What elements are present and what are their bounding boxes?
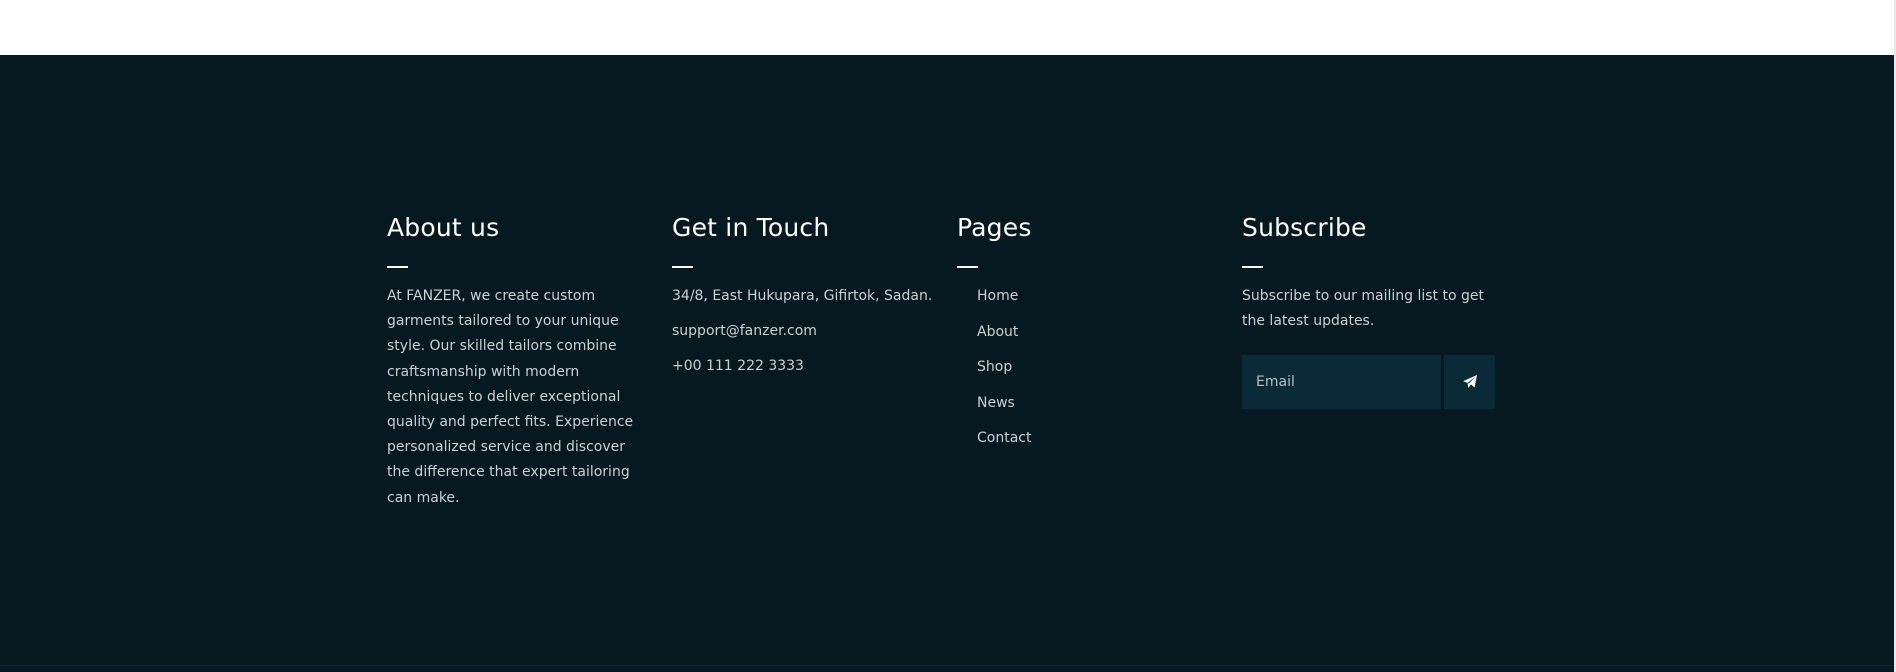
contact-email[interactable]: support@fanzer.com	[672, 319, 942, 344]
pages-column: Pages Home About Shop News Contact	[957, 210, 1197, 462]
subscribe-title-divider	[1242, 266, 1263, 268]
list-item: News	[977, 391, 1197, 416]
subscribe-form	[1242, 355, 1502, 410]
footer-link-home[interactable]: Home	[977, 288, 1018, 304]
contact-address: 34/8, East Hukupara, Gifirtok, Sadan.	[672, 288, 933, 304]
footer-link-news[interactable]: News	[977, 395, 1015, 411]
subscribe-column: Subscribe Subscribe to our mailing list …	[1242, 210, 1502, 410]
pages-title-divider	[957, 266, 978, 268]
subscribe-title: Subscribe	[1242, 213, 1367, 242]
list-item: About	[977, 320, 1197, 345]
pages-title: Pages	[957, 213, 1032, 242]
about-title-divider	[387, 266, 408, 268]
pages-list: Home About Shop News Contact	[977, 284, 1197, 451]
about-title: About us	[387, 213, 500, 242]
page-top-area	[0, 0, 1896, 55]
footer-link-contact[interactable]: Contact	[977, 430, 1031, 446]
about-column: About us At FANZER, we create custom gar…	[387, 210, 647, 511]
list-item: Shop	[977, 355, 1197, 380]
about-text: At FANZER, we create custom garments tai…	[387, 288, 634, 506]
footer-link-about[interactable]: About	[977, 324, 1018, 340]
subscribe-submit-button[interactable]	[1444, 355, 1495, 410]
footer-divider	[0, 665, 1894, 666]
list-item: Home	[977, 284, 1197, 309]
contact-list: 34/8, East Hukupara, Gifirtok, Sadan. su…	[672, 284, 942, 379]
list-item: Contact	[977, 426, 1197, 451]
subscribe-text: Subscribe to our mailing list to get the…	[1242, 288, 1484, 330]
contact-title: Get in Touch	[672, 213, 830, 242]
contact-column: Get in Touch 34/8, East Hukupara, Gifirt…	[672, 210, 942, 389]
email-input[interactable]	[1242, 355, 1441, 410]
site-footer: About us At FANZER, we create custom gar…	[0, 55, 1894, 672]
paper-plane-icon	[1462, 375, 1477, 389]
contact-phone[interactable]: +00 111 222 3333	[672, 354, 942, 379]
contact-title-divider	[672, 266, 693, 268]
footer-link-shop[interactable]: Shop	[977, 359, 1012, 375]
